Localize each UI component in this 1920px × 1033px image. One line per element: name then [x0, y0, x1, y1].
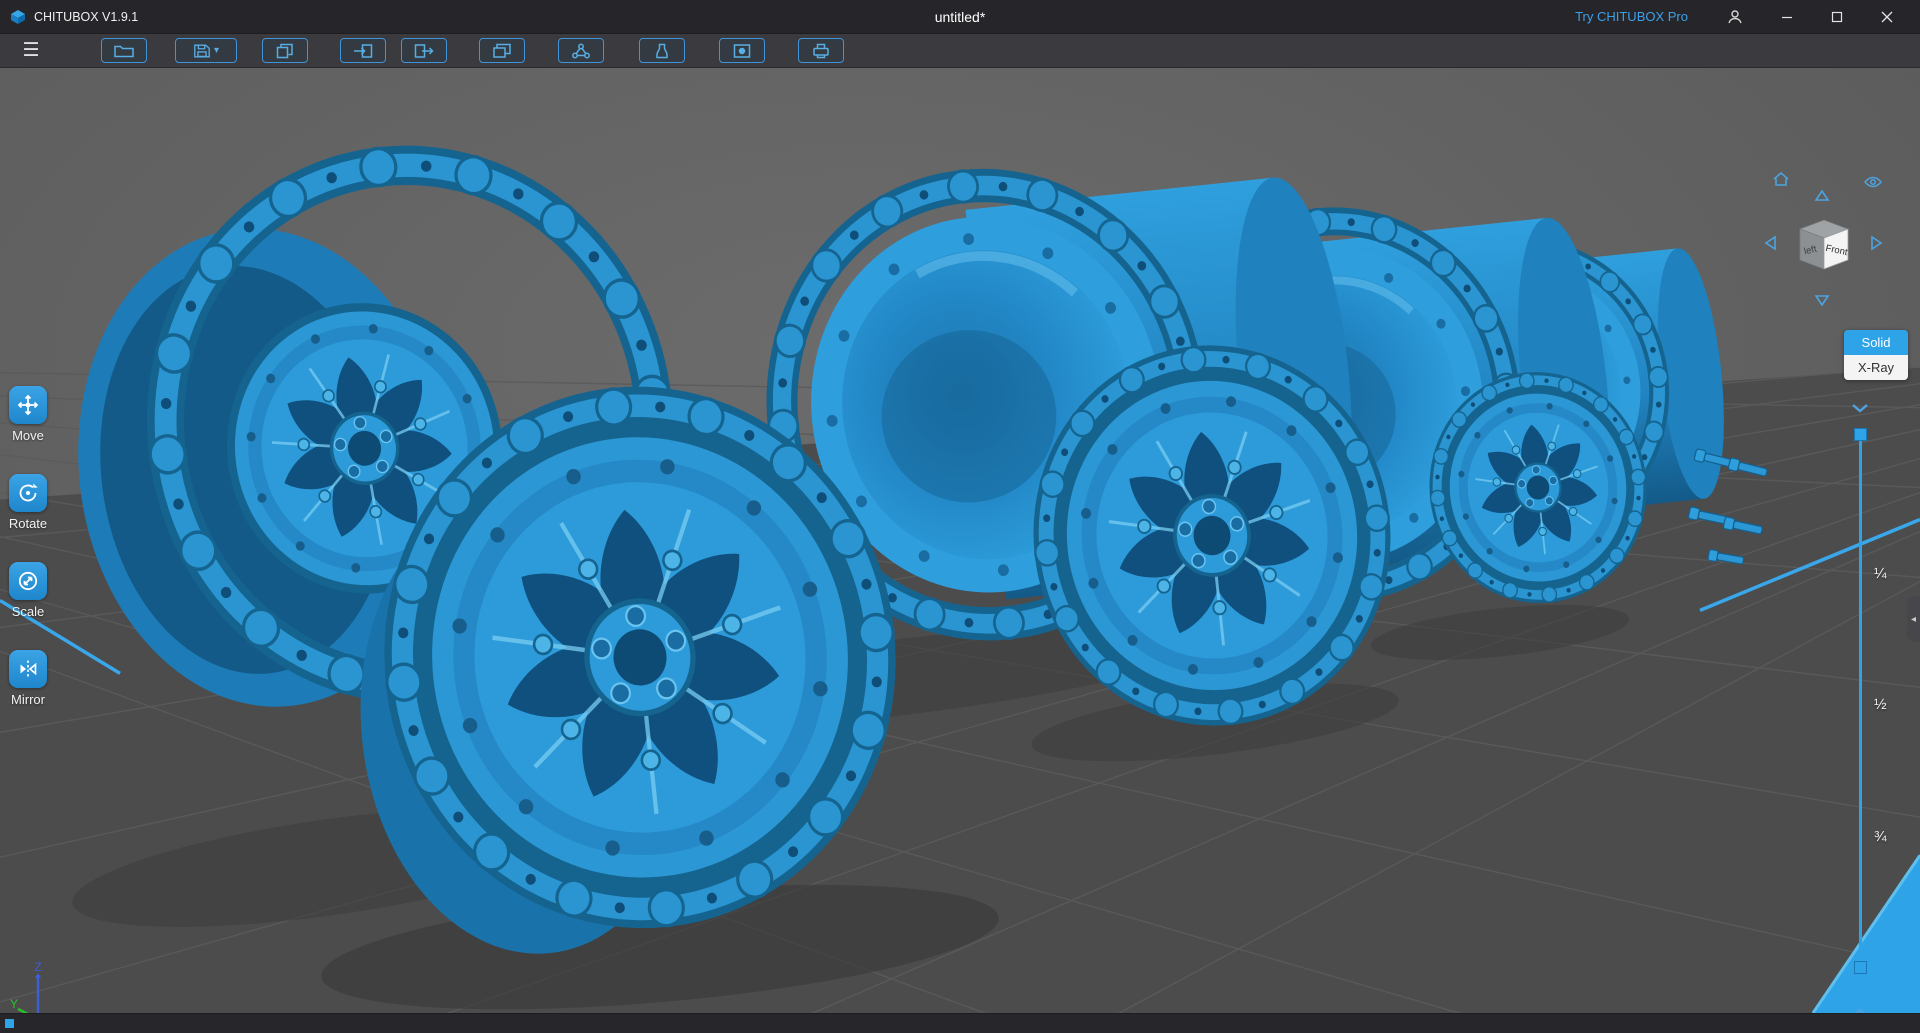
rotate-view-up-button[interactable] [1814, 189, 1830, 207]
minimize-icon [1782, 16, 1792, 18]
viewcube[interactable]: left Front [1784, 211, 1864, 286]
slider-track[interactable] [1858, 434, 1862, 968]
transform-toolbar: Move Rotate Scale Mirror [5, 386, 51, 738]
xray-mode-button[interactable]: X-Ray [1844, 355, 1908, 380]
solid-mode-button[interactable]: Solid [1844, 330, 1908, 355]
slider-handle-bottom[interactable] [1853, 961, 1867, 974]
arrange-button[interactable] [558, 38, 604, 63]
slider-tick-quarter: ¼ [1874, 565, 1887, 582]
import-button[interactable] [340, 38, 386, 63]
arrow-up-icon [1814, 189, 1830, 201]
viewcube-icon: left Front [1798, 219, 1850, 270]
status-bar [0, 1013, 1920, 1033]
chevron-up-icon [1854, 1008, 1866, 1013]
export-icon [414, 43, 434, 58]
viewcube-cluster: left Front [1764, 163, 1920, 338]
dig-hole-button[interactable] [719, 38, 765, 63]
move-tool-label: Move [12, 428, 44, 443]
slider-tick-three-quarter: ¾ [1874, 828, 1887, 845]
close-button[interactable] [1870, 0, 1904, 33]
rotate-view-left-button[interactable] [1764, 235, 1777, 256]
collapse-left-icon: ◂ [1910, 613, 1917, 625]
maximize-icon [1831, 11, 1843, 22]
app-identity: CHITUBOX V1.9.1 [0, 9, 138, 25]
app-title: CHITUBOX V1.9.1 [34, 9, 139, 24]
chevron-down-icon [1852, 404, 1868, 413]
print-icon [813, 43, 829, 58]
scale-icon [18, 571, 38, 591]
open-folder-icon [114, 45, 134, 57]
scene-canvas[interactable] [0, 68, 1920, 1013]
save-button[interactable]: ▾ [175, 38, 237, 63]
import-icon [354, 43, 373, 58]
print-button[interactable] [798, 38, 844, 63]
close-icon [1881, 11, 1893, 22]
open-button[interactable] [101, 38, 147, 63]
hollow-button[interactable] [639, 38, 685, 63]
home-view-button[interactable] [1772, 171, 1790, 192]
visibility-button[interactable] [1864, 174, 1882, 195]
settings-panel-handle[interactable]: ◂ [1907, 596, 1920, 642]
mirror-icon [20, 660, 37, 678]
layer-preview-slider: ¼ ½ ¾ [1853, 428, 1887, 974]
main-toolbar: ☰ ▾ [0, 34, 1920, 68]
arrow-left-icon [1764, 235, 1776, 251]
minimize-button[interactable] [1770, 0, 1804, 33]
home-icon [1773, 171, 1789, 186]
mirror-tool-label: Mirror [11, 692, 45, 707]
titlebar: CHITUBOX V1.9.1 untitled* Try CHITUBOX P… [0, 0, 1920, 34]
save-icon [194, 43, 210, 58]
z-axis-label: Z [34, 961, 41, 974]
slider-tick-half: ½ [1874, 696, 1887, 713]
rotate-view-down-button[interactable] [1814, 294, 1830, 312]
menu-button[interactable]: ☰ [18, 41, 44, 60]
copy-button[interactable] [262, 38, 308, 63]
axis-indicator: Z Y X [10, 961, 42, 1013]
y-axis-label: Y [10, 997, 18, 1011]
clone-button[interactable] [479, 38, 525, 63]
move-icon [17, 394, 39, 416]
account-button[interactable] [1718, 0, 1752, 33]
rotate-view-right-button[interactable] [1870, 235, 1883, 256]
document-title: untitled* [934, 8, 986, 25]
scale-tool-label: Scale [11, 604, 45, 619]
chitubox-logo-icon [11, 9, 25, 24]
hamburger-icon: ☰ [22, 40, 40, 61]
mirror-tool[interactable]: Mirror [9, 650, 47, 707]
auto-arrange-icon [572, 43, 590, 58]
app-window: CHITUBOX V1.9.1 untitled* Try CHITUBOX P… [0, 0, 1920, 1033]
slider-handle-top[interactable] [1853, 428, 1867, 441]
dig-hole-icon [733, 43, 751, 58]
try-pro-link[interactable]: Try CHITUBOX Pro [1575, 9, 1688, 24]
viewport-3d[interactable]: Move Rotate Scale Mirror left Front Soli… [0, 68, 1920, 1013]
eye-icon [1864, 176, 1882, 188]
display-mode-toggle: Solid X-Ray [1844, 330, 1908, 380]
clone-icon [493, 43, 511, 58]
user-icon [1728, 9, 1742, 23]
slider-collapse-button[interactable] [1846, 401, 1874, 420]
arrow-down-icon [1814, 295, 1830, 307]
copy-icon [276, 43, 293, 58]
hollow-icon [656, 43, 668, 58]
arrow-right-icon [1871, 235, 1883, 251]
slider-expand-button[interactable] [1846, 1006, 1874, 1013]
move-tool[interactable]: Move [9, 386, 47, 443]
save-dropdown-icon[interactable]: ▾ [214, 45, 219, 56]
rotate-tool-label: Rotate [8, 516, 48, 531]
rotate-icon [19, 483, 38, 502]
maximize-button[interactable] [1820, 0, 1854, 33]
status-indicator [5, 1019, 14, 1028]
export-button[interactable] [401, 38, 447, 63]
scale-tool[interactable]: Scale [9, 562, 47, 619]
titlebar-actions: Try CHITUBOX Pro [1575, 0, 1920, 33]
rotate-tool[interactable]: Rotate [9, 474, 47, 531]
